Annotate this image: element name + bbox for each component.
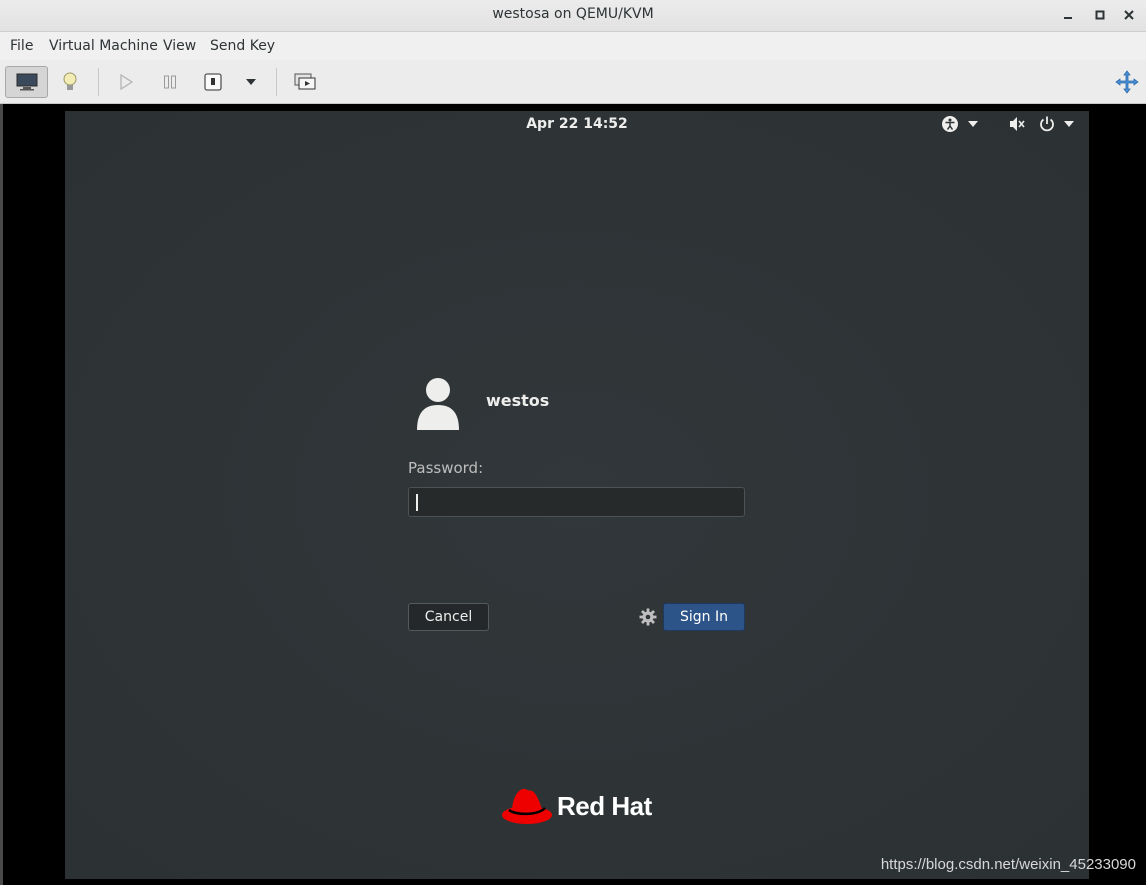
minimize-icon[interactable] (1057, 4, 1079, 26)
close-icon[interactable] (1118, 4, 1140, 26)
password-label: Password: (408, 459, 484, 477)
chevron-down-icon (1064, 121, 1074, 127)
user-avatar-icon (417, 378, 459, 430)
system-menu[interactable] (1008, 115, 1074, 133)
red-hat-logo: Red Hat (501, 785, 652, 827)
shutdown-icon[interactable] (200, 66, 226, 98)
fullscreen-icon[interactable] (1113, 66, 1141, 98)
accessibility-icon (942, 116, 958, 132)
vm-display[interactable]: Apr 22 14:52 westos Password: Cancel Sig… (65, 111, 1089, 879)
toolbar-separator (98, 68, 99, 96)
display-console-icon[interactable] (5, 66, 48, 98)
window-title: westosa on QEMU/KVM (492, 6, 654, 22)
snapshots-icon[interactable] (291, 66, 319, 98)
red-hat-fedora-icon (502, 788, 552, 824)
window-titlebar: westosa on QEMU/KVM (0, 0, 1146, 32)
url-watermark: https://blog.csdn.net/weixin_45233090 (880, 856, 1136, 873)
power-icon (1040, 116, 1054, 132)
volume-muted-icon (1010, 117, 1025, 131)
toolbar (0, 60, 1146, 104)
window-left-border (0, 104, 3, 885)
menu-virtual-machine[interactable]: Virtual Machine (49, 38, 158, 54)
username: westos (486, 391, 550, 410)
menu-send-key[interactable]: Send Key (210, 38, 275, 54)
menu-view[interactable]: View (163, 38, 196, 54)
cancel-button[interactable]: Cancel (408, 603, 489, 631)
password-field[interactable] (408, 487, 745, 517)
accessibility-menu[interactable] (941, 115, 978, 133)
gdm-top-bar: Apr 22 14:52 (65, 111, 1089, 137)
toolbar-separator (276, 68, 277, 96)
maximize-icon[interactable] (1089, 4, 1111, 26)
shutdown-menu-dropdown-icon[interactable] (240, 66, 262, 98)
brand-name: Red Hat (557, 790, 652, 821)
details-lightbulb-icon[interactable] (57, 66, 83, 98)
menubar: File Virtual Machine View Send Key (0, 32, 1146, 60)
pause-icon[interactable] (157, 66, 183, 98)
text-caret (416, 494, 418, 511)
session-gear-icon[interactable] (639, 608, 657, 626)
chevron-down-icon (968, 121, 978, 127)
clock[interactable]: Apr 22 14:52 (65, 116, 1089, 132)
menu-file[interactable]: File (10, 38, 33, 54)
sign-in-button[interactable]: Sign In (663, 603, 745, 631)
run-icon[interactable] (113, 66, 139, 98)
